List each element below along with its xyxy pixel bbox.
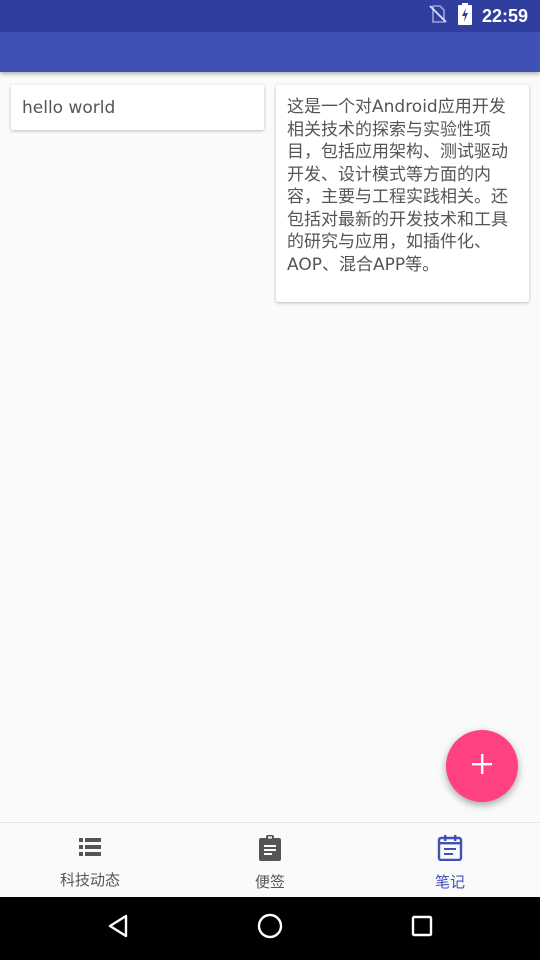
home-button[interactable] [252, 910, 288, 946]
no-sim-icon [428, 4, 448, 28]
back-button[interactable] [100, 910, 136, 946]
nav-item-memo[interactable]: 便签 [180, 823, 360, 897]
back-icon [105, 913, 131, 943]
nav-item-notes[interactable]: 笔记 [360, 823, 540, 897]
clipboard-icon [258, 835, 282, 865]
note-card[interactable]: 这是一个对Android应用开发相关技术的探索与实验性项目，包括应用架构、测试驱… [276, 85, 529, 302]
battery-charging-icon [457, 3, 472, 29]
note-text: 这是一个对Android应用开发相关技术的探索与实验性项目，包括应用架构、测试驱… [287, 97, 508, 275]
nav-label: 科技动态 [59, 871, 120, 889]
nav-label: 便签 [254, 873, 285, 891]
recents-button[interactable] [404, 910, 440, 946]
calendar-note-icon [437, 835, 463, 865]
bottom-navigation: 科技动态 便签 笔记 [0, 822, 540, 897]
app-bar [0, 32, 540, 72]
list-icon [78, 835, 102, 863]
nav-label: 笔记 [434, 873, 465, 891]
status-icons: 22:59 [428, 0, 528, 32]
note-text: hello world [22, 98, 116, 118]
status-bar: 22:59 [0, 0, 540, 32]
home-icon [257, 913, 283, 943]
add-note-button[interactable] [446, 730, 518, 802]
add-icon [471, 753, 493, 779]
system-navigation-bar [0, 897, 540, 960]
nav-item-tech-news[interactable]: 科技动态 [0, 823, 180, 897]
status-time: 22:59 [481, 5, 528, 26]
recents-icon [410, 914, 434, 942]
note-card[interactable]: hello world [11, 85, 264, 130]
